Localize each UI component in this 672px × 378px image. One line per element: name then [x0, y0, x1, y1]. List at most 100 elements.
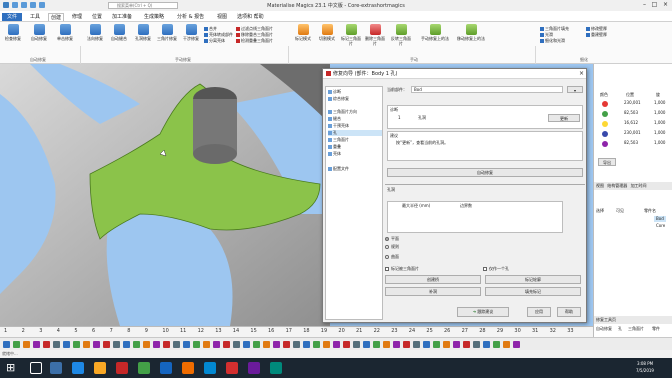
apply-button[interactable]: 应用: [527, 307, 551, 317]
menu-position[interactable]: 位置: [90, 13, 104, 21]
help-button[interactable]: 帮助: [557, 307, 581, 317]
wizard-nav-item[interactable]: 三角面片: [328, 137, 382, 143]
edge-icon[interactable]: [72, 362, 84, 374]
update-button[interactable]: 更新: [548, 114, 580, 122]
color-swatch-icon[interactable]: [602, 111, 608, 117]
option-regular[interactable]: 规则: [385, 244, 399, 250]
toolbar-tool-icon[interactable]: [263, 341, 270, 348]
app2-icon[interactable]: [182, 362, 194, 374]
toolbar-tool-icon[interactable]: [303, 341, 310, 348]
color-swatch-icon[interactable]: [602, 121, 608, 127]
menu-analysis[interactable]: 分析 & 报告: [175, 13, 206, 21]
part-dropdown-button[interactable]: ▾: [567, 86, 583, 93]
maximize-icon[interactable]: □: [650, 1, 659, 9]
toolbar-tool-icon[interactable]: [293, 341, 300, 348]
wizard-nav-item[interactable]: 孔: [328, 130, 382, 136]
delete-triangle-button[interactable]: 删除三角面片: [364, 24, 386, 46]
menu-build-prep[interactable]: 加工准备: [110, 13, 134, 21]
color-swatch-icon[interactable]: [602, 101, 608, 107]
toolbar-tool-icon[interactable]: [313, 341, 320, 348]
hole-fix-button[interactable]: 孔洞修复: [132, 24, 154, 41]
close-icon[interactable]: ×: [661, 1, 670, 9]
tab-auto-fix[interactable]: 自动修复: [596, 326, 612, 332]
wizard-nav-item[interactable]: 壳体: [328, 151, 382, 157]
move-fix-normal-button[interactable]: 移动修复上的法: [456, 24, 486, 41]
mark-triangles-check[interactable]: 标记被三角面片: [385, 266, 419, 272]
toolbar-tool-icon[interactable]: [173, 341, 180, 348]
invert-triangle-button[interactable]: 反转三角面片: [390, 24, 412, 46]
menu-tools[interactable]: 工具: [28, 13, 42, 21]
single-fix-button[interactable]: 单击修复: [54, 24, 76, 41]
toolbar-tool-icon[interactable]: [433, 341, 440, 348]
toolbar-tool-icon[interactable]: [73, 341, 80, 348]
detect-overlap-button[interactable]: 检测重叠三角面片: [236, 38, 273, 44]
interference-fix-button[interactable]: 干涉修复: [180, 24, 202, 41]
refine-smooth-button[interactable]: 细化和光滑: [540, 38, 569, 44]
current-part-select[interactable]: Bod: [411, 86, 563, 93]
part-property-row[interactable]: 82,503 1,000: [596, 110, 672, 119]
toolbar-tool-icon[interactable]: [123, 341, 130, 348]
mark-triangle-button[interactable]: 标记三角面片: [340, 24, 362, 46]
toolbar-tool-icon[interactable]: [353, 341, 360, 348]
fill-hole-button[interactable]: 补洞: [385, 287, 481, 296]
toolbar-tool-icon[interactable]: [373, 341, 380, 348]
menu-view[interactable]: 视图: [215, 13, 229, 21]
option-surface[interactable]: 曲面: [385, 254, 399, 260]
toolbar-tool-icon[interactable]: [13, 341, 20, 348]
part-property-row[interactable]: 230,001 1,000: [596, 100, 672, 109]
toolbar-tool-icon[interactable]: [43, 341, 50, 348]
toolbar-tool-icon[interactable]: [193, 341, 200, 348]
toolbar-tool-icon[interactable]: [203, 341, 210, 348]
option-plane[interactable]: 平面: [385, 236, 399, 242]
auto-fix-button[interactable]: 自动修复: [28, 24, 50, 41]
toolbar-tool-icon[interactable]: [163, 341, 170, 348]
auto-fix-dialog-button[interactable]: 自动修复: [387, 168, 583, 177]
menu-file[interactable]: 文件: [2, 13, 23, 21]
toolbar-tool-icon[interactable]: [323, 341, 330, 348]
mark-contour-button[interactable]: 标记轮廓: [485, 275, 581, 284]
wizard-nav-item[interactable]: 诊断: [328, 89, 382, 95]
color-swatch-icon[interactable]: [602, 141, 608, 147]
cut-mode-button[interactable]: 切割模式: [316, 24, 338, 41]
wizard-nav-item[interactable]: 缝合: [328, 116, 382, 122]
toolbar-tool-icon[interactable]: [473, 341, 480, 348]
toolbar-tool-icon[interactable]: [243, 341, 250, 348]
tab-structure[interactable]: 结构管理器: [607, 183, 627, 188]
dialog-close-icon[interactable]: ×: [577, 69, 586, 78]
toolbar-tool-icon[interactable]: [213, 341, 220, 348]
toolbar-tool-icon[interactable]: [483, 341, 490, 348]
toolbar-tool-icon[interactable]: [143, 341, 150, 348]
toolbar-tool-icon[interactable]: [493, 341, 500, 348]
auto-stitch-button[interactable]: 自动缝合: [108, 24, 130, 41]
minimize-icon[interactable]: –: [640, 1, 649, 9]
wizard-nav-item[interactable]: 干预壳体: [328, 123, 382, 129]
toolbar-tool-icon[interactable]: [453, 341, 460, 348]
radio-plane-icon[interactable]: [385, 237, 389, 241]
tab-time[interactable]: 加工时间: [631, 183, 647, 188]
toolbar-tool-icon[interactable]: [103, 341, 110, 348]
toolbar-tool-icon[interactable]: [363, 341, 370, 348]
triangle-fix-button[interactable]: 三角片修复: [156, 24, 178, 41]
separate-shells-button[interactable]: 分离壳体: [204, 38, 233, 44]
menu-options-help[interactable]: 选项和 帮助: [235, 13, 266, 21]
fix-tools-tab[interactable]: 修复工具页: [594, 316, 672, 324]
radio-surface-icon[interactable]: [385, 255, 389, 259]
tab-view[interactable]: 视图: [596, 183, 604, 188]
normal-fix-button[interactable]: 法向修复: [84, 24, 106, 41]
wizard-nav-item[interactable]: 综合修复: [328, 96, 382, 102]
menu-strategy[interactable]: 生成策略: [142, 13, 166, 21]
task-view-icon[interactable]: [50, 362, 62, 374]
toolbar-tool-icon[interactable]: [393, 341, 400, 348]
app5-icon[interactable]: [270, 362, 282, 374]
magics-icon[interactable]: [226, 362, 238, 374]
app3-icon[interactable]: [204, 362, 216, 374]
toolbar-tool-icon[interactable]: [503, 341, 510, 348]
single-hole-check[interactable]: 仅作一个孔: [483, 266, 509, 272]
part-item-bod[interactable]: Bod: [654, 216, 666, 222]
search-icon[interactable]: [30, 362, 42, 374]
part-item-core[interactable]: Core: [654, 223, 667, 229]
menu-create[interactable]: 创建: [48, 13, 65, 21]
app-icon[interactable]: [138, 362, 150, 374]
rebuild-wall-button[interactable]: 重建壁厚: [586, 32, 607, 38]
toolbar-tool-icon[interactable]: [343, 341, 350, 348]
